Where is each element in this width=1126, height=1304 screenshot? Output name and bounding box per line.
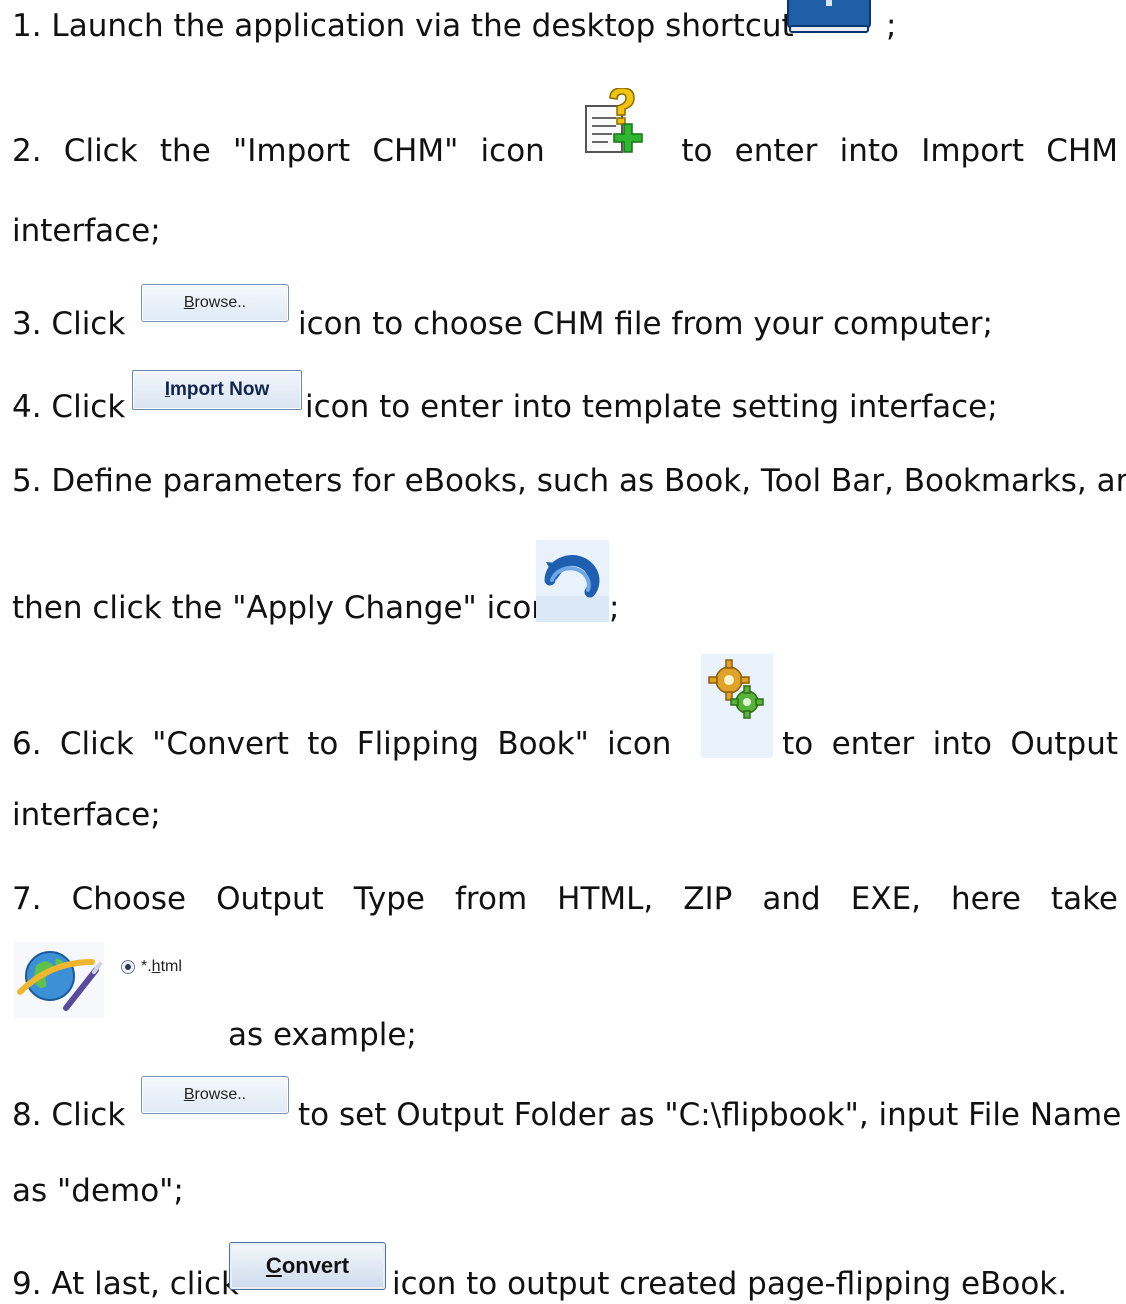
browse-output-button[interactable]: Browse..: [141, 1076, 289, 1114]
step-2-continuation: interface;: [12, 213, 161, 249]
globe-icon[interactable]: [14, 942, 104, 1022]
step-4-suffix: icon to enter into template setting inte…: [305, 389, 998, 425]
step-6-line: 6. Click "Convert to Flipping Book" icon…: [12, 726, 1119, 762]
step-4-prefix: 4. Click: [12, 389, 126, 425]
step-1-text: 1. Launch the application via the deskto…: [12, 8, 794, 44]
convert-button[interactable]: Convert: [229, 1242, 386, 1290]
step-3-prefix: 3. Click: [12, 306, 126, 342]
step-7-line-1: 7. Choose Output Type from HTML, ZIP and…: [12, 881, 1118, 917]
html-radio-button[interactable]: [121, 960, 135, 974]
step-2-line: 2. Click the "Import CHM" icon to enter …: [12, 133, 1119, 169]
step-5-semicolon: ;: [609, 590, 620, 626]
step-6-continuation: interface;: [12, 797, 161, 833]
html-radio-label: *.html: [141, 958, 182, 975]
step-5-line-2: then click the "Apply Change" icon: [12, 590, 551, 626]
html-radio-option[interactable]: *.html: [121, 958, 182, 976]
step-9-suffix: icon to output created page-flipping eBo…: [392, 1266, 1068, 1302]
import-chm-icon[interactable]: [582, 87, 650, 164]
step-8-prefix: 8. Click: [12, 1097, 126, 1133]
step-5-line-1: 5. Define parameters for eBooks, such as…: [12, 463, 1126, 499]
step-7-line-2: as example;: [228, 1017, 417, 1053]
step-8-continuation: as "demo";: [12, 1173, 184, 1209]
step-1-semicolon: ;: [886, 8, 897, 44]
gears-icon[interactable]: [701, 654, 773, 762]
apply-change-icon[interactable]: [536, 540, 609, 626]
browse-button[interactable]: Browse..: [141, 284, 289, 322]
step-3-suffix: icon to choose CHM file from your comput…: [298, 306, 993, 342]
book-shortcut-icon[interactable]: [786, 0, 872, 40]
import-now-button[interactable]: Import Now: [132, 370, 302, 410]
radio-selected-dot: [125, 964, 131, 970]
step-9-prefix: 9. At last, click: [12, 1266, 239, 1302]
step-8-suffix: to set Output Folder as "C:\flipbook", i…: [298, 1097, 1122, 1133]
